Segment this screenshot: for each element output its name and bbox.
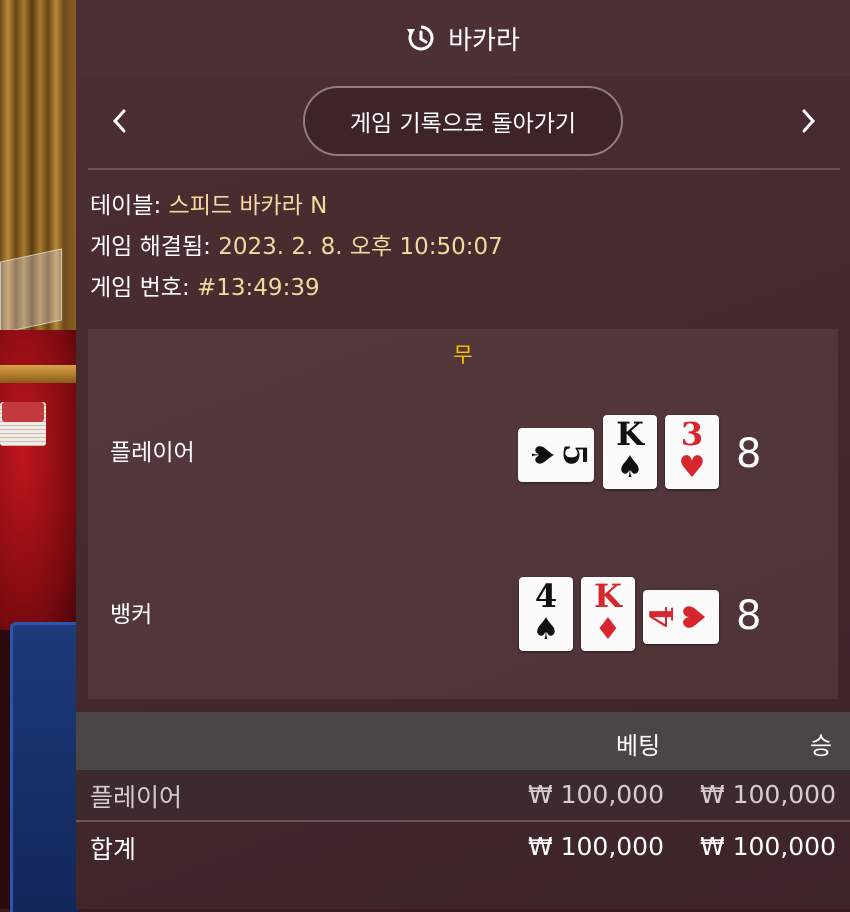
card-rank: 5 — [556, 443, 594, 467]
bets-table-header: 베팅 승 — [76, 712, 850, 770]
card-rank: K — [594, 577, 622, 615]
resolved-info: 게임 해결됨: 2023. 2. 8. 오후 10:50:07 — [90, 227, 503, 268]
resolved-label: 게임 해결됨: — [90, 234, 211, 260]
casino-background — [0, 0, 79, 912]
back-to-history-button[interactable]: 게임 기록으로 돌아가기 — [303, 86, 623, 156]
outcome-label: 무 — [453, 343, 473, 367]
result-box: 무 플레이어 5 ♠ K ♠ 3 ♥ 8 뱅커 4 ♠ K ♦ 4 ♥ 8 — [88, 329, 838, 699]
banker-label: 뱅커 — [110, 602, 153, 628]
chevron-right-icon — [802, 109, 816, 133]
card-rank: K — [616, 415, 644, 453]
card-rank: 4 — [643, 605, 681, 629]
card-suit: ♥ — [678, 603, 713, 631]
panel-header: 바카라 — [76, 0, 850, 76]
title-wrap: 바카라 — [406, 20, 520, 57]
navigation-bar: 게임 기록으로 돌아가기 — [76, 76, 850, 166]
next-button[interactable] — [794, 106, 824, 136]
table-rail — [0, 365, 76, 383]
table-row: 플레이어 ₩ 100,000 ₩ 100,000 — [76, 770, 850, 820]
banker-hand: 뱅커 4 ♠ K ♦ 4 ♥ 8 — [88, 575, 838, 655]
bet-amount: ₩ 100,000 — [527, 780, 664, 809]
card-suit: ♠ — [524, 441, 559, 469]
win-amount: ₩ 100,000 — [699, 780, 836, 809]
card-suit: ♦ — [594, 612, 622, 647]
column-header-win: 승 — [810, 732, 833, 760]
divider — [88, 168, 840, 170]
bets-table: 베팅 승 플레이어 ₩ 100,000 ₩ 100,000 합계 ₩ 100,0… — [76, 712, 850, 909]
banker-card-3: 4 ♥ — [643, 590, 719, 644]
shoe-glass — [0, 248, 62, 334]
player-card-1: 5 ♠ — [518, 428, 594, 482]
resolved-value: 2023. 2. 8. 오후 10:50:07 — [218, 234, 503, 260]
win-amount: ₩ 100,000 — [699, 832, 836, 861]
player-card-2: K ♠ — [603, 415, 657, 489]
page-title: 바카라 — [448, 25, 520, 56]
card-suit: ♠ — [616, 450, 644, 485]
row-label: 플레이어 — [90, 783, 183, 812]
banker-card-2: K ♦ — [581, 577, 635, 651]
table-label: 테이블: — [90, 193, 162, 219]
bet-amount: ₩ 100,000 — [527, 832, 664, 861]
table-info: 테이블: 스피드 바카라 N — [90, 186, 503, 227]
blue-panel — [10, 622, 79, 912]
game-number-info: 게임 번호: #13:49:39 — [90, 268, 503, 309]
player-hand: 플레이어 5 ♠ K ♠ 3 ♥ 8 — [88, 413, 838, 493]
prev-button[interactable] — [104, 106, 134, 136]
card-suit: ♥ — [678, 450, 706, 485]
column-header-bet: 베팅 — [616, 732, 661, 760]
player-card-3: 3 ♥ — [665, 415, 719, 489]
card-rank: 4 — [534, 577, 558, 615]
card-suit: ♠ — [532, 612, 560, 647]
row-label: 합계 — [90, 835, 137, 864]
game-info: 테이블: 스피드 바카라 N 게임 해결됨: 2023. 2. 8. 오후 10… — [90, 186, 503, 309]
player-score: 8 — [736, 431, 762, 477]
game-history-panel: 바카라 게임 기록으로 돌아가기 테이블: 스피드 바카라 N 게임 해결됨: … — [76, 0, 850, 909]
chevron-left-icon — [112, 109, 126, 133]
player-label: 플레이어 — [110, 440, 195, 466]
game-number-label: 게임 번호: — [90, 275, 190, 301]
banker-score: 8 — [736, 593, 762, 639]
game-number-value: #13:49:39 — [197, 275, 320, 301]
banker-card-1: 4 ♠ — [519, 577, 573, 651]
history-icon — [407, 25, 434, 51]
card-rank: 3 — [680, 415, 704, 453]
card-deck-top — [2, 402, 44, 422]
table-value: 스피드 바카라 N — [168, 193, 328, 219]
floor — [0, 630, 10, 909]
total-row: 합계 ₩ 100,000 ₩ 100,000 — [76, 820, 850, 872]
